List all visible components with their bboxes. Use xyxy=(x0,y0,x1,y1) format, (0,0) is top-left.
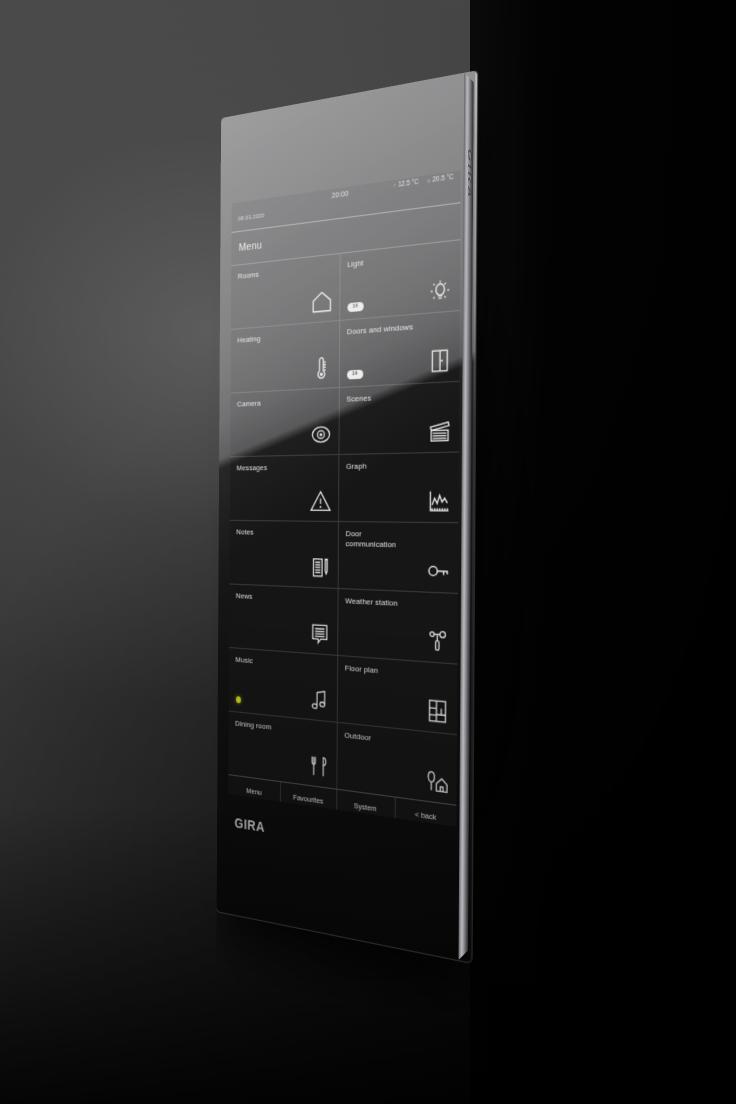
tile-label: Graph xyxy=(345,461,367,471)
tile-outdoor[interactable]: Outdoor xyxy=(336,722,457,805)
outdoor-temp-value: 12.5 °C xyxy=(397,178,419,189)
status-indicator-dot xyxy=(236,696,241,704)
tile-light[interactable]: Light 14 xyxy=(339,240,461,320)
tile-label: Scenes xyxy=(346,393,372,404)
tile-label: Outdoor xyxy=(344,730,372,743)
tile-notes[interactable]: Notes xyxy=(229,520,338,588)
scene: GIRA 20:00 ↑ 12.5 °C ⌂ 20 xyxy=(0,0,736,1104)
status-badge: 14 xyxy=(346,369,363,380)
house-icon xyxy=(310,288,333,316)
wall-shadow-right xyxy=(470,0,736,1104)
tile-label: Weather station xyxy=(345,596,398,608)
tile-label: Camera xyxy=(236,398,261,409)
tile-label: Notes xyxy=(236,527,254,537)
tile-label: Music xyxy=(235,655,253,666)
camera-eye-icon xyxy=(309,421,332,447)
tile-rooms[interactable]: Rooms xyxy=(230,253,340,329)
touch-screen[interactable]: 20:00 ↑ 12.5 °C ⌂ 20.5 °C 08.03.2020 Men… xyxy=(228,170,461,827)
indoor-temp-icon: ⌂ xyxy=(427,177,431,185)
device-wrapper: GIRA 20:00 ↑ 12.5 °C ⌂ 20 xyxy=(196,70,482,963)
floorplan-icon xyxy=(425,697,451,727)
tile-heating[interactable]: Heating xyxy=(230,321,339,393)
lightbulb-icon xyxy=(428,276,454,306)
tile-doors-and-windows[interactable]: Doors and windows 14 xyxy=(339,311,460,387)
tile-weather-station[interactable]: Weather station xyxy=(337,588,458,664)
tile-messages[interactable]: Messages xyxy=(229,455,339,521)
tile-floor-plan[interactable]: Floor plan xyxy=(337,655,458,735)
tile-label: Floor plan xyxy=(344,663,379,676)
tile-news[interactable]: News xyxy=(229,584,338,655)
outdoor-temp-icon: ↑ xyxy=(393,182,397,189)
key-icon xyxy=(426,557,452,585)
menu-grid: Rooms Light 14 Heating Doors and windows… xyxy=(228,239,461,805)
tile-music[interactable]: Music xyxy=(228,648,337,722)
status-bar: 20:00 ↑ 12.5 °C ⌂ 20.5 °C 08.03.2020 xyxy=(231,170,461,233)
outdoor-temperature: ↑ 12.5 °C xyxy=(393,179,418,190)
device-brand-logo: GIRA xyxy=(234,814,265,836)
thermometer-icon xyxy=(310,354,333,381)
tile-label: Dining room xyxy=(235,718,272,732)
cutlery-icon xyxy=(307,752,330,781)
door-window-icon xyxy=(427,346,453,375)
status-temperatures: ↑ 12.5 °C ⌂ 20.5 °C xyxy=(393,174,453,190)
notepad-pen-icon xyxy=(308,554,331,580)
indoor-temperature: ⌂ 20.5 °C xyxy=(427,174,454,185)
tree-house-icon xyxy=(424,766,449,796)
clapperboard-icon xyxy=(427,417,453,445)
nav-back[interactable]: < back xyxy=(395,797,457,827)
tile-scenes[interactable]: Scenes xyxy=(338,381,460,454)
tile-label: Doors and windows xyxy=(346,322,414,337)
tile-label: Light xyxy=(347,258,364,270)
indoor-temp-value: 20.5 °C xyxy=(432,173,454,184)
warning-triangle-icon xyxy=(309,488,332,514)
anemometer-icon xyxy=(425,627,451,656)
status-badge: 14 xyxy=(346,301,364,313)
tile-camera[interactable]: Camera xyxy=(230,388,339,457)
line-chart-icon xyxy=(426,487,452,514)
tile-label: Door communication xyxy=(345,529,397,550)
tile-label: Heating xyxy=(237,334,261,345)
newspaper-icon xyxy=(308,620,331,647)
nav-system[interactable]: System xyxy=(336,789,395,825)
status-date: 08.03.2020 xyxy=(238,213,265,223)
status-time: 20:00 xyxy=(331,188,349,201)
device-right-rim xyxy=(469,70,478,963)
tile-label: News xyxy=(235,591,253,601)
gira-g1-device: GIRA 20:00 ↑ 12.5 °C ⌂ 20 xyxy=(216,70,478,963)
tile-label: Rooms xyxy=(237,269,259,281)
device-body: 20:00 ↑ 12.5 °C ⌂ 20.5 °C 08.03.2020 Men… xyxy=(216,70,478,963)
music-note-icon xyxy=(307,686,330,714)
tile-graph[interactable]: Graph xyxy=(338,452,459,523)
tile-door-communication[interactable]: Door communication xyxy=(338,521,459,593)
tile-label: Messages xyxy=(236,463,268,473)
